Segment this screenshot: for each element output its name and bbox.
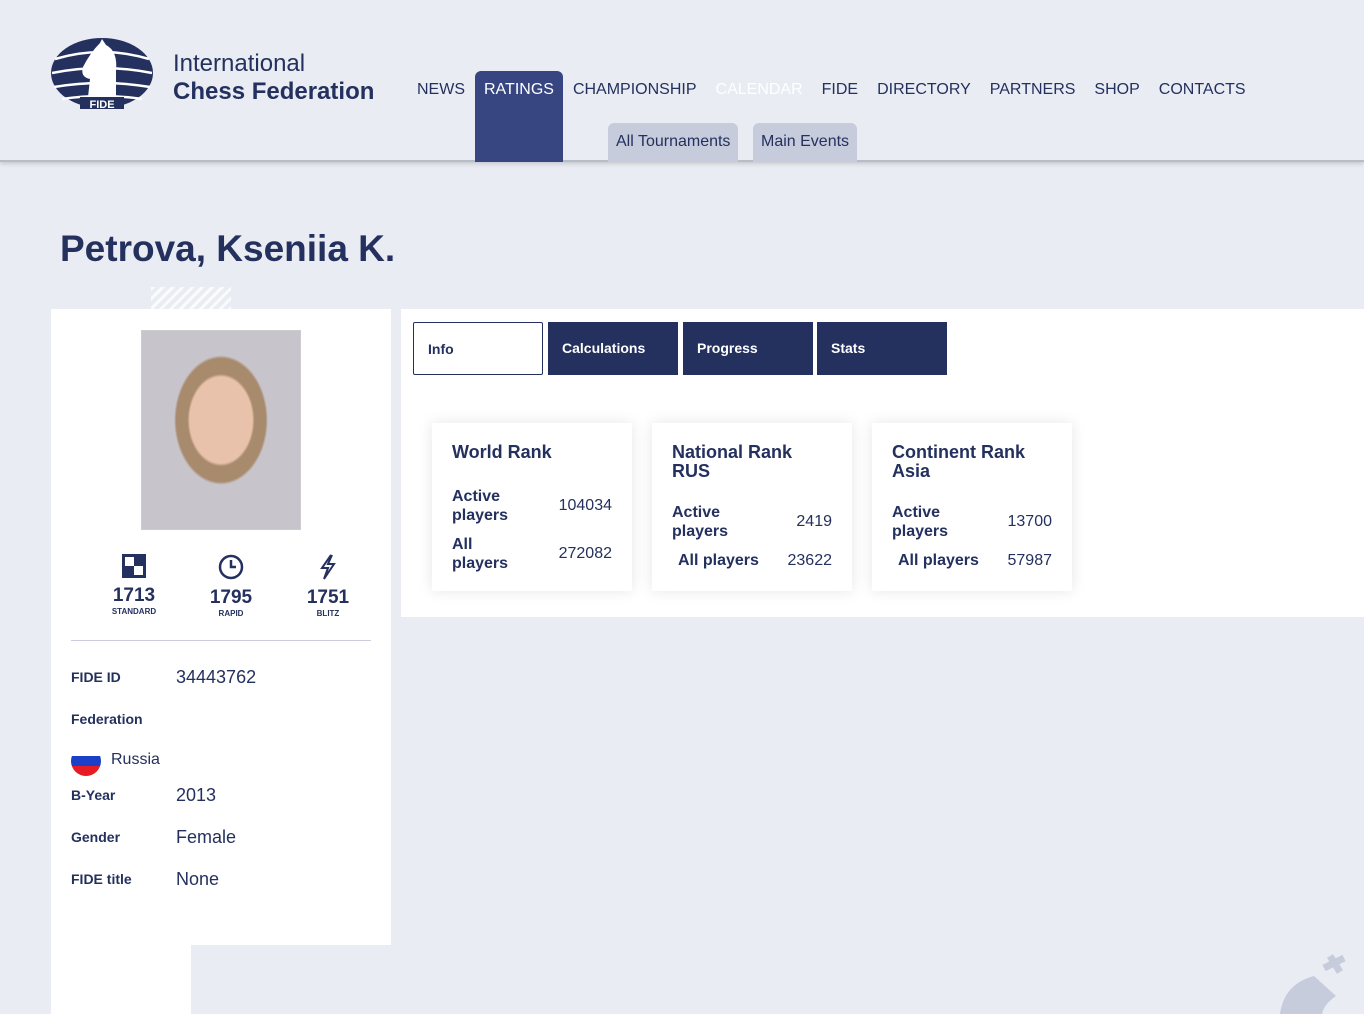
rating-label: RAPID — [218, 609, 244, 618]
byear-label: B-Year — [71, 787, 116, 803]
active-value: 13700 — [1007, 513, 1053, 530]
player-details-panel: Info Calculations Progress Stats World R… — [401, 309, 1364, 617]
nav-calendar[interactable]: CALENDAR — [707, 71, 812, 111]
nav-shop[interactable]: SHOP — [1085, 71, 1148, 111]
fide-logo[interactable]: FIDE — [50, 37, 154, 111]
profile-card-extension — [51, 945, 191, 1014]
gender-value: Female — [176, 827, 237, 847]
rating-label: BLITZ — [316, 609, 340, 618]
nav-news[interactable]: NEWS — [408, 71, 474, 111]
active-label: Active players — [892, 504, 949, 540]
federation-label: Federation — [71, 711, 143, 727]
rating-standard: 1713 STANDARD — [91, 554, 177, 618]
rating-value: 1751 — [306, 587, 350, 608]
subnav-all-tournaments[interactable]: All Tournaments — [608, 123, 739, 162]
player-photo — [141, 330, 301, 530]
clock-icon — [218, 554, 244, 580]
lightning-icon — [320, 554, 336, 580]
brand-line-2: Chess Federation — [173, 78, 375, 105]
tab-stats[interactable]: Stats — [817, 322, 947, 375]
brand-name[interactable]: International Chess Federation — [173, 50, 374, 106]
brand-line-1: International — [173, 50, 306, 77]
fide-title-value: None — [176, 869, 220, 889]
all-label: All players — [898, 552, 979, 569]
all-value: 23622 — [787, 551, 833, 569]
all-value: 272082 — [558, 545, 612, 562]
rating-label: STANDARD — [111, 607, 157, 616]
fide-id-label: FIDE ID — [71, 669, 121, 685]
logo-text: FIDE — [89, 99, 114, 111]
nav-championship[interactable]: CHAMPIONSHIP — [564, 71, 706, 111]
federation-value: Russia — [111, 751, 160, 768]
chess-king-decoration-icon — [1280, 954, 1346, 1014]
all-label: All players — [452, 536, 509, 572]
byear-value: 2013 — [176, 785, 217, 805]
subnav-main-events[interactable]: Main Events — [753, 123, 858, 162]
nav-contacts[interactable]: CONTACTS — [1150, 71, 1255, 111]
decorative-hatch — [151, 287, 231, 309]
all-value: 57987 — [1007, 551, 1053, 569]
card-title: Continent Rank Asia — [892, 442, 1025, 481]
nav-partners[interactable]: PARTNERS — [981, 71, 1085, 111]
nav-ratings[interactable]: RATINGS — [475, 71, 563, 162]
national-rank-card: National Rank RUS Active players 2419 All… — [652, 423, 852, 591]
ratings-summary: 1713 STANDARD 1795 RAPID 1751 BLITZ — [91, 554, 371, 618]
world-rank-card: World Rank Active players 104034 All play… — [432, 423, 632, 591]
active-label: Active players — [672, 504, 729, 540]
player-profile-card: 1713 STANDARD 1795 RAPID 1751 BLITZ FIDE… — [51, 309, 391, 945]
russia-flag-icon — [71, 746, 101, 776]
chessboard-icon — [122, 554, 146, 578]
nav-fide[interactable]: FIDE — [813, 71, 867, 111]
rating-value: 1795 — [209, 587, 253, 608]
card-title: World Rank — [452, 442, 552, 462]
divider — [71, 640, 371, 641]
continent-rank-card: Continent Rank Asia Active players 13700 … — [872, 423, 1072, 591]
active-label: Active players — [452, 488, 509, 524]
all-label: All players — [678, 552, 759, 569]
rating-value: 1713 — [112, 585, 156, 606]
gender-label: Gender — [71, 829, 121, 845]
rating-rapid: 1795 RAPID — [188, 554, 274, 618]
tab-progress[interactable]: Progress — [683, 322, 813, 375]
fide-id-value: 34443762 — [176, 667, 257, 687]
rating-blitz: 1751 BLITZ — [285, 554, 371, 618]
tab-info[interactable]: Info — [413, 322, 543, 375]
active-value: 2419 — [796, 513, 832, 530]
site-header: FIDE International Chess Federation NEWS… — [0, 0, 1364, 162]
card-title: National Rank RUS — [672, 442, 793, 481]
nav-directory[interactable]: DIRECTORY — [868, 71, 980, 111]
active-value: 104034 — [558, 497, 612, 514]
fide-title-label: FIDE title — [71, 871, 132, 887]
player-name: Petrova, Kseniia K. — [60, 228, 396, 269]
tab-calculations[interactable]: Calculations — [548, 322, 678, 375]
